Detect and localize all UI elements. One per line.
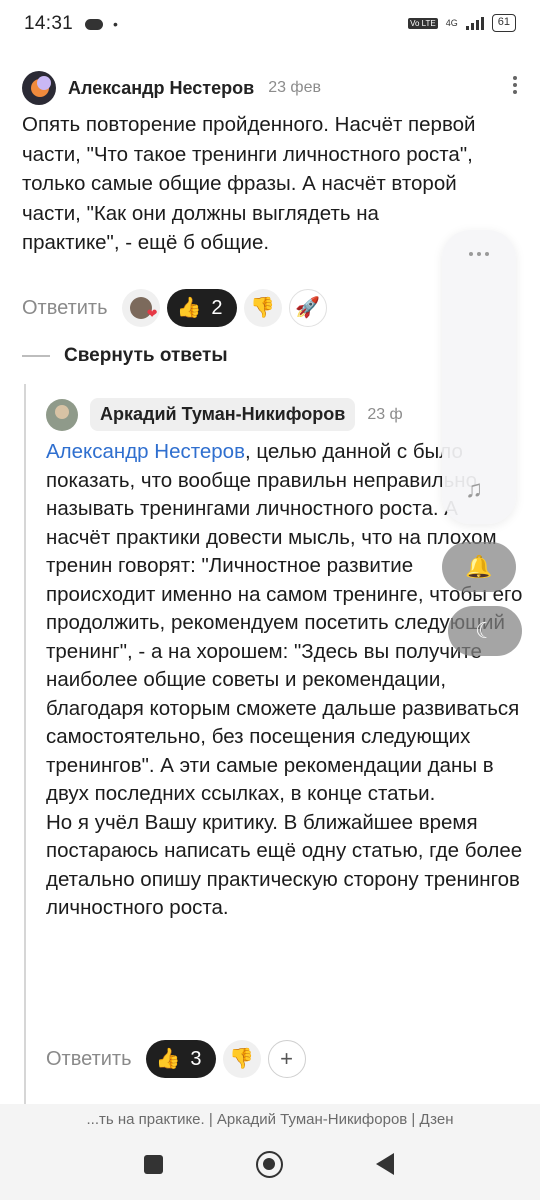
like-count: 2	[211, 296, 223, 319]
plus-icon: +	[280, 1046, 293, 1071]
comment-text: Опять повторение пройденного. Насчёт пер…	[22, 113, 476, 254]
status-indicators: Vo LTE 4G 61	[408, 14, 516, 32]
thumbs-up-icon: 👍	[155, 1048, 181, 1070]
volte-icon: Vo LTE	[408, 17, 438, 29]
home-icon[interactable]	[256, 1151, 283, 1178]
like-reaction-button[interactable]: 👍 3	[145, 1040, 216, 1078]
reply-author[interactable]: Аркадий Туман-Никифоров	[90, 398, 356, 431]
bell-icon: 🔔	[465, 554, 493, 579]
status-bar: 14:31 • Vo LTE 4G 61	[0, 0, 540, 48]
moon-icon: ☾	[475, 618, 495, 643]
comment-header: Александр Нестеров 23 фев	[22, 68, 518, 108]
music-note-icon[interactable]: ♫	[465, 476, 483, 504]
network-type: 4G	[445, 17, 458, 28]
notification-dots-icon: •	[113, 16, 118, 32]
reply-text-second-paragraph: Но я учёл Вашу критику. В ближайшее врем…	[46, 810, 523, 920]
status-time: 14:31	[24, 13, 74, 34]
more-options-icon[interactable]	[512, 76, 518, 94]
dislike-reaction-button[interactable]: 👎	[243, 289, 282, 327]
recents-icon[interactable]	[144, 1155, 163, 1174]
avatar[interactable]	[22, 71, 56, 105]
comment-date: 23 фев	[268, 79, 321, 96]
like-count: 3	[190, 1047, 202, 1070]
collapse-replies-label: Свернуть ответы	[64, 345, 228, 366]
reactors-avatar-button[interactable]: ❤	[121, 289, 160, 327]
add-reaction-button[interactable]: +	[267, 1040, 306, 1078]
comment-author[interactable]: Александр Нестеров	[68, 78, 254, 99]
rocket-icon: 🚀	[295, 297, 320, 319]
reply-button[interactable]: Ответить	[46, 1048, 132, 1071]
thumbs-down-icon: 👎	[250, 297, 275, 319]
battery-icon: 61	[491, 14, 516, 32]
collapse-replies-button[interactable]: Свернуть ответы	[22, 345, 228, 367]
reply-reactions: Ответить 👍 3 👎 +	[46, 1040, 313, 1078]
cloud-icon	[85, 18, 104, 30]
thumbs-up-icon: 👍	[176, 297, 202, 319]
thread-guideline	[24, 384, 26, 1106]
mention-link[interactable]: Александр Нестеров	[46, 440, 245, 463]
system-nav-bar	[0, 1138, 540, 1200]
reply-header: Аркадий Туман-Никифоров 23 ф	[46, 398, 403, 431]
collapse-line	[22, 355, 50, 357]
dark-mode-button[interactable]: ☾	[448, 606, 522, 656]
heart-icon: ❤	[146, 306, 158, 321]
like-reaction-button[interactable]: 👍 2	[166, 289, 237, 327]
notification-bell-button[interactable]: 🔔	[442, 542, 516, 592]
signal-icon	[465, 16, 484, 30]
avatar[interactable]	[46, 398, 78, 431]
page-title-caption: ...ть на практике. | Аркадий Туман-Никиф…	[0, 1104, 540, 1138]
reply-date: 23 ф	[367, 405, 403, 423]
dislike-reaction-button[interactable]: 👎	[222, 1040, 261, 1078]
back-icon[interactable]	[376, 1153, 394, 1175]
panel-handle-icon[interactable]	[442, 252, 516, 256]
comment-reactions: Ответить ❤ 👍 2 👎 🚀	[22, 289, 334, 327]
reactor-avatar: ❤	[129, 297, 158, 321]
reply-button[interactable]: Ответить	[22, 297, 108, 320]
thumbs-down-icon: 👎	[229, 1048, 254, 1070]
rocket-reaction-button[interactable]: 🚀	[288, 289, 327, 327]
